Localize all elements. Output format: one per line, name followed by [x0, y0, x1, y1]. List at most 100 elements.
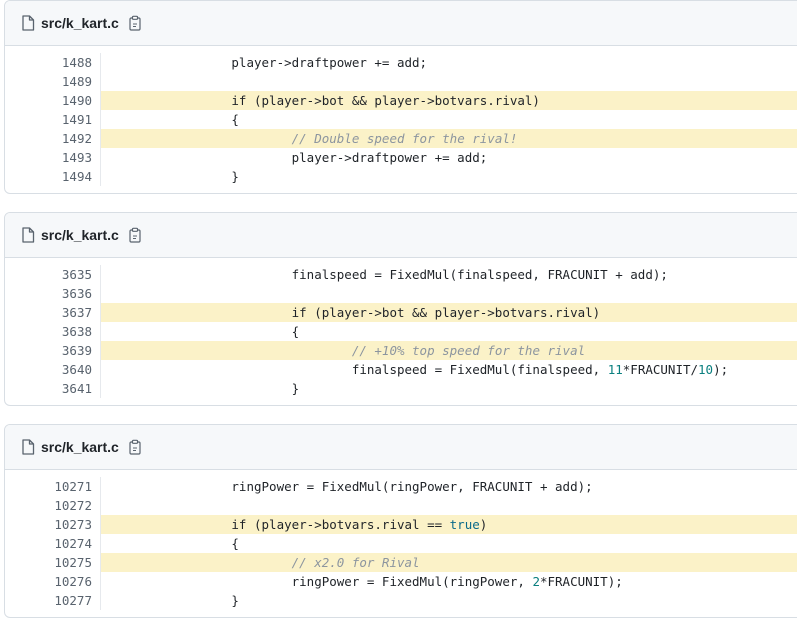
code-token-number: 11: [607, 362, 623, 377]
file-header: src/k_kart.c: [5, 425, 797, 470]
code-snippet-block: src/k_kart.c 1488 player->draftpower += …: [4, 0, 797, 194]
code-line: 3637 if (player->bot && player->botvars.…: [5, 303, 797, 322]
code-token-plain: }: [111, 169, 239, 184]
line-code: {: [101, 534, 239, 553]
file-name-link[interactable]: src/k_kart.c: [41, 227, 119, 243]
file-header: src/k_kart.c: [5, 1, 797, 46]
line-code: player->draftpower += add;: [101, 53, 427, 72]
code-line: 1494 }: [5, 167, 797, 186]
code-token-comment: // +10% top speed for the rival: [351, 343, 586, 358]
code-token-plain: {: [111, 324, 300, 339]
code-token-plain: finalspeed = FixedMul(finalspeed, FRACUN…: [111, 267, 668, 282]
line-code: // Double speed for the rival!: [101, 129, 518, 148]
code-token-plain: );: [713, 362, 729, 377]
code-token-plain: *FRACUNIT);: [539, 574, 623, 589]
code-token-plain: ringPower = FixedMul(ringPower,: [111, 574, 533, 589]
line-number[interactable]: 10275: [5, 553, 101, 572]
line-number[interactable]: 3636: [5, 284, 101, 303]
code-body: 1488 player->draftpower += add; 1489 1490 …: [5, 46, 797, 193]
code-line: 3640 finalspeed = FixedMul(finalspeed, 1…: [5, 360, 797, 379]
line-number[interactable]: 10276: [5, 572, 101, 591]
line-code: // +10% top speed for the rival: [101, 341, 585, 360]
code-token-plain: *FRACUNIT/: [622, 362, 699, 377]
line-code: if (player->bot && player->botvars.rival…: [101, 91, 540, 110]
copy-icon[interactable]: [128, 227, 142, 243]
code-token-plain: ringPower = FixedMul(ringPower, FRACUNIT…: [111, 479, 593, 494]
line-code: ringPower = FixedMul(ringPower, FRACUNIT…: [101, 477, 593, 496]
line-number[interactable]: 10271: [5, 477, 101, 496]
code-snippet-block: src/k_kart.c 10271 ringPower = FixedMul(…: [4, 424, 797, 618]
code-token-plain: {: [111, 112, 239, 127]
code-line: 10272: [5, 496, 797, 515]
line-code: player->draftpower += add;: [101, 148, 488, 167]
line-code: }: [101, 591, 239, 610]
code-line: 10275 // x2.0 for Rival: [5, 553, 797, 572]
code-token-plain: {: [111, 536, 239, 551]
code-line: 3641 }: [5, 379, 797, 398]
line-code: finalspeed = FixedMul(finalspeed, FRACUN…: [101, 265, 668, 284]
line-number[interactable]: 1488: [5, 53, 101, 72]
code-token-number: 10: [698, 362, 714, 377]
code-token-plain: player->draftpower += add;: [111, 150, 488, 165]
copy-icon[interactable]: [128, 15, 142, 31]
code-token-bool: true: [449, 517, 480, 532]
code-token-plain: }: [111, 593, 239, 608]
line-number[interactable]: 1489: [5, 72, 101, 91]
code-token-plain: finalspeed = FixedMul(finalspeed,: [111, 362, 608, 377]
code-token-plain: player->draftpower += add;: [111, 55, 428, 70]
line-number[interactable]: 3638: [5, 322, 101, 341]
code-token-comment: // x2.0 for Rival: [291, 555, 420, 570]
code-line: 1491 {: [5, 110, 797, 129]
code-token-plain: }: [111, 381, 300, 396]
code-line: 3638 {: [5, 322, 797, 341]
line-number[interactable]: 10274: [5, 534, 101, 553]
line-code: }: [101, 167, 239, 186]
file-name-link[interactable]: src/k_kart.c: [41, 439, 119, 455]
code-line: 1492 // Double speed for the rival!: [5, 129, 797, 148]
code-line: 10273 if (player->botvars.rival == true): [5, 515, 797, 534]
line-code: // x2.0 for Rival: [101, 553, 420, 572]
code-body: 10271 ringPower = FixedMul(ringPower, FR…: [5, 470, 797, 617]
file-icon: [21, 439, 35, 455]
code-token-comment: // Double speed for the rival!: [291, 131, 518, 146]
line-number[interactable]: 3639: [5, 341, 101, 360]
line-number[interactable]: 1492: [5, 129, 101, 148]
line-number[interactable]: 3640: [5, 360, 101, 379]
code-line: 10277 }: [5, 591, 797, 610]
code-snippet-block: src/k_kart.c 3635 finalspeed = FixedMul(…: [4, 212, 797, 406]
line-code: ringPower = FixedMul(ringPower, 2*FRACUN…: [101, 572, 623, 591]
code-line: 3635 finalspeed = FixedMul(finalspeed, F…: [5, 265, 797, 284]
line-number[interactable]: 10277: [5, 591, 101, 610]
code-line: 10276 ringPower = FixedMul(ringPower, 2*…: [5, 572, 797, 591]
file-name-link[interactable]: src/k_kart.c: [41, 15, 119, 31]
code-body: 3635 finalspeed = FixedMul(finalspeed, F…: [5, 258, 797, 405]
code-token-plain: if (player->bot && player->botvars.rival…: [111, 93, 540, 108]
code-line: 3639 // +10% top speed for the rival: [5, 341, 797, 360]
line-number[interactable]: 1494: [5, 167, 101, 186]
copy-icon[interactable]: [128, 439, 142, 455]
line-number[interactable]: 10273: [5, 515, 101, 534]
line-code: {: [101, 110, 239, 129]
line-number[interactable]: 1493: [5, 148, 101, 167]
code-token-number: 2: [532, 574, 540, 589]
code-line: 3636: [5, 284, 797, 303]
line-number[interactable]: 1491: [5, 110, 101, 129]
line-number[interactable]: 1490: [5, 91, 101, 110]
code-token-plain: ): [479, 517, 488, 532]
line-code: if (player->bot && player->botvars.rival…: [101, 303, 601, 322]
file-icon: [21, 227, 35, 243]
file-icon: [21, 15, 35, 31]
code-line: 1489: [5, 72, 797, 91]
line-code: }: [101, 379, 300, 398]
line-number[interactable]: 3635: [5, 265, 101, 284]
code-line: 10274 {: [5, 534, 797, 553]
line-number[interactable]: 3641: [5, 379, 101, 398]
code-line: 1490 if (player->bot && player->botvars.…: [5, 91, 797, 110]
line-number[interactable]: 3637: [5, 303, 101, 322]
line-number[interactable]: 10272: [5, 496, 101, 515]
